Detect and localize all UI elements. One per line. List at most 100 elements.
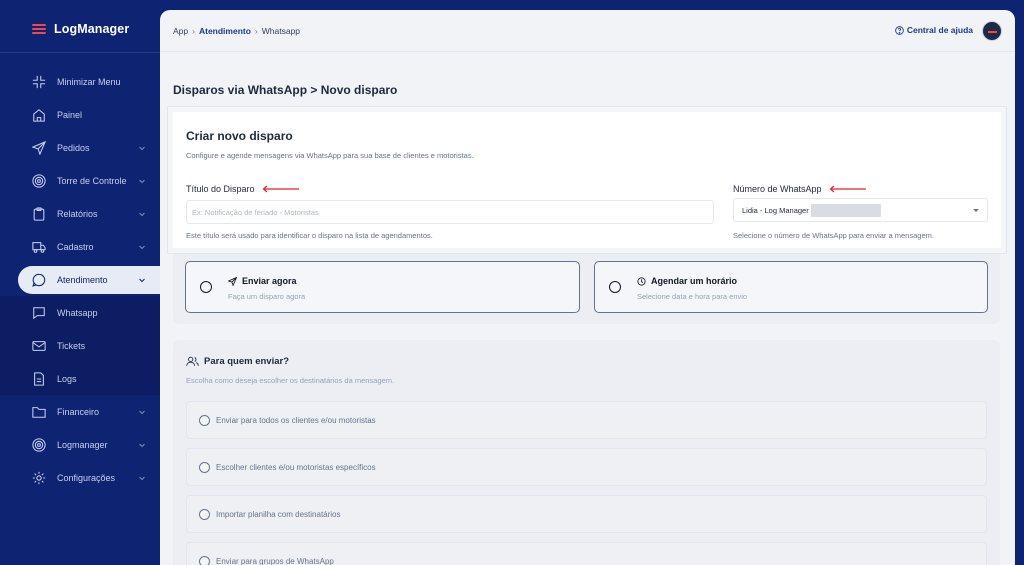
sidebar-item-label: Whatsapp: [57, 308, 98, 318]
option-enviar-agora[interactable]: Enviar agora Faça um disparo agora: [185, 261, 580, 313]
sidebar-item-whatsapp[interactable]: Whatsapp: [18, 299, 160, 327]
target-icon: [32, 438, 46, 452]
gear-icon: [32, 471, 46, 485]
recipients-subtitle: Escolha como deseja escolher os destinat…: [186, 376, 395, 385]
target-icon: [32, 174, 46, 188]
panel-description: Configure e agende mensagens via WhatsAp…: [186, 151, 474, 160]
chevron-down-icon: [139, 146, 145, 151]
send-icon: [228, 276, 237, 286]
logo-text: LogManager: [54, 22, 130, 36]
sidebar-item-label: Minimizar Menu: [57, 77, 121, 87]
main-content: App › Atendimento › Whatsapp Central de ajud…: [160, 10, 1015, 565]
sidebar-item-logmanager[interactable]: Logmanager: [18, 431, 160, 459]
sidebar-item-label: Relatórios: [57, 209, 98, 219]
radio-button[interactable]: [199, 508, 210, 520]
chevron-down-icon: [139, 410, 145, 415]
radio-button[interactable]: [199, 555, 210, 565]
breadcrumb-current: Whatsapp: [261, 25, 301, 36]
sidebar-item-torre-de-controle[interactable]: Torre de Controle: [18, 167, 160, 195]
message-square-icon: [32, 306, 46, 320]
sidebar: LogManager Minimizar Menu Painel Pedidos…: [0, 0, 160, 565]
sidebar-item-label: Atendimento: [57, 275, 108, 285]
sidebar-item-configuracoes[interactable]: Configurações: [18, 464, 160, 492]
titulo-label: Título do Disparo: [186, 184, 300, 194]
option-title: Enviar agora: [242, 276, 297, 286]
sidebar-item-relatorios[interactable]: Relatórios: [18, 200, 160, 228]
truck-icon: [32, 240, 46, 254]
folder-icon: [32, 405, 46, 419]
breadcrumb-separator: ›: [192, 25, 195, 36]
panel-title: Criar novo disparo: [186, 129, 293, 143]
help-label: Central de ajuda: [906, 25, 973, 35]
page-title: Disparos via WhatsApp > Novo disparo: [173, 83, 398, 97]
logo[interactable]: LogManager: [32, 19, 129, 39]
recipient-option-label: Importar planilha com destinatários: [216, 509, 341, 519]
numero-help: Selecione o número de WhatsApp para envi…: [733, 231, 934, 240]
recipient-option[interactable]: Escolher clientes e/ou motoristas especí…: [186, 448, 987, 486]
mail-icon: [32, 339, 46, 353]
help-link[interactable]: Central de ajuda: [895, 25, 973, 35]
sidebar-item-financeiro[interactable]: Financeiro: [18, 398, 160, 426]
sidebar-item-painel[interactable]: Painel: [18, 101, 160, 129]
recipient-option[interactable]: Enviar para todos os clientes e/ou motor…: [186, 401, 987, 439]
chevron-down-icon: [139, 179, 145, 184]
recipient-option-label: Enviar para grupos de WhatsApp: [216, 556, 334, 565]
numero-label-text: Número de WhatsApp: [733, 184, 822, 194]
avatar[interactable]: [982, 21, 1002, 41]
sidebar-item-label: Torre de Controle: [57, 176, 127, 186]
redacted-phone: [810, 203, 881, 217]
radio-button[interactable]: [199, 461, 210, 473]
numero-select[interactable]: Lidia - Log Manager: [733, 198, 988, 222]
radio-button[interactable]: [200, 281, 212, 293]
send-icon: [32, 141, 46, 155]
sidebar-item-cadastro[interactable]: Cadastro: [18, 233, 160, 261]
chat-icon: [32, 273, 46, 287]
help-icon: [895, 25, 904, 35]
breadcrumb-atendimento[interactable]: Atendimento: [199, 26, 251, 36]
file-icon: [32, 372, 46, 386]
sidebar-item-logs[interactable]: Logs: [18, 365, 160, 393]
clock-icon: [637, 276, 646, 286]
chevron-down-icon: [139, 245, 145, 250]
sidebar-item-label: Pedidos: [57, 143, 90, 153]
recipient-option[interactable]: Importar planilha com destinatários: [186, 495, 987, 533]
breadcrumb-root[interactable]: App: [173, 26, 188, 36]
recipient-option-label: Enviar para todos os clientes e/ou motor…: [216, 415, 376, 425]
sidebar-item-label: Painel: [57, 110, 83, 120]
sidebar-item-label: Logmanager: [57, 440, 108, 450]
sidebar-item-label: Logs: [57, 374, 77, 384]
sidebar-item-atendimento[interactable]: Atendimento: [18, 266, 160, 294]
radio-button[interactable]: [609, 281, 621, 293]
breadcrumb-separator: ›: [254, 25, 258, 36]
numero-label: Número de WhatsApp: [733, 184, 867, 194]
option-agendar-horario[interactable]: Agendar um horário Selecione data e hora…: [594, 261, 988, 313]
chevron-down-icon: [139, 443, 145, 448]
clipboard-icon: [32, 207, 46, 221]
red-arrow-annotation: [262, 185, 299, 193]
option-subtitle: Selecione data e hora para envio: [637, 292, 748, 301]
radio-button[interactable]: [199, 414, 210, 426]
numero-select-value: Lidia - Log Manager: [742, 205, 809, 215]
option-subtitle: Faça um disparo agora: [228, 292, 306, 301]
recipients-title-text: Para quem enviar?: [204, 356, 290, 367]
sidebar-item-tickets[interactable]: Tickets: [18, 332, 160, 360]
sidebar-divider: [0, 52, 160, 53]
users-icon: [186, 356, 199, 366]
recipient-option[interactable]: Enviar para grupos de WhatsApp: [186, 542, 987, 565]
minimize-icon: [32, 75, 46, 89]
recipient-option-label: Escolher clientes e/ou motoristas especí…: [216, 462, 376, 472]
sidebar-item-label: Cadastro: [57, 242, 94, 252]
sidebar-item-minimizar-menu[interactable]: Minimizar Menu: [18, 68, 160, 96]
recipients-title: Para quem enviar?: [186, 356, 289, 367]
titulo-help: Este título será usado para identificar …: [186, 231, 433, 240]
sidebar-item-label: Tickets: [57, 341, 86, 351]
topbar: App › Atendimento › Whatsapp Central de ajud…: [160, 10, 1015, 52]
chevron-down-icon: [139, 212, 145, 217]
home-icon: [32, 108, 46, 122]
sidebar-item-pedidos[interactable]: Pedidos: [18, 134, 160, 162]
sidebar-item-label: Financeiro: [57, 407, 100, 417]
breadcrumb: App › Atendimento › Whatsapp: [173, 26, 300, 36]
red-arrow-annotation: [829, 185, 866, 193]
titulo-input[interactable]: [186, 200, 714, 224]
chevron-down-icon: [139, 278, 145, 283]
